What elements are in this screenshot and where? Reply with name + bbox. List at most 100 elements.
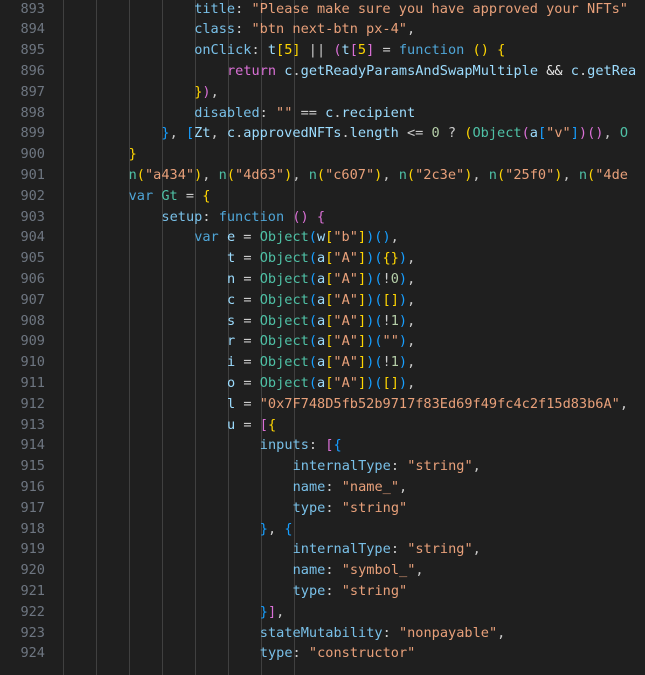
line-number[interactable]: 915 [0, 456, 45, 477]
line-number[interactable]: 919 [0, 539, 45, 560]
code-token: ] [357, 333, 367, 350]
code-token: ( [587, 166, 596, 183]
line-number[interactable]: 913 [0, 415, 45, 436]
code-line[interactable]: disabled: "" == c.recipient [194, 103, 415, 124]
code-line[interactable]: var Gt = { [129, 186, 211, 207]
code-line[interactable]: class: "btn next-btn px-4", [194, 19, 415, 40]
code-token: ( [308, 374, 318, 391]
code-line[interactable]: type: "constructor" [260, 643, 416, 664]
code-token: : [325, 562, 342, 579]
code-token: [ [382, 374, 391, 391]
line-number[interactable]: 923 [0, 623, 45, 644]
line-number[interactable]: 911 [0, 373, 45, 394]
code-line[interactable]: c = Object(a["A"])([]), [227, 290, 415, 311]
code-content[interactable]: title: "Please make sure you have approv… [0, 0, 645, 675]
code-line[interactable]: i = Object(a["A"])(!1), [227, 352, 415, 373]
code-line[interactable]: type: "string" [293, 498, 408, 519]
code-line[interactable]: }], [260, 602, 285, 623]
line-number[interactable]: 909 [0, 331, 45, 352]
line-number[interactable]: 917 [0, 498, 45, 519]
line-number[interactable]: 905 [0, 248, 45, 269]
code-token: = [235, 333, 260, 350]
code-token: t [227, 250, 236, 267]
code-token: "A" [333, 374, 358, 391]
line-number[interactable]: 920 [0, 560, 45, 581]
code-line[interactable]: r = Object(a["A"])(""), [227, 331, 415, 352]
code-token: , [472, 166, 489, 183]
code-token: o [227, 374, 236, 391]
line-number[interactable]: 906 [0, 269, 45, 290]
code-line[interactable]: }, [Zt, c.approvedNFTs.length <= 0 ? (Ob… [161, 123, 628, 144]
code-token: Object [259, 291, 309, 308]
line-number[interactable]: 918 [0, 519, 45, 540]
line-number[interactable]: 900 [0, 144, 45, 165]
code-line[interactable]: n("a434"), n("4d63"), n("c607"), n("2c3e… [129, 165, 628, 186]
line-number[interactable]: 898 [0, 103, 45, 124]
code-token: "string" [341, 582, 408, 599]
line-number[interactable]: 893 [0, 0, 45, 19]
line-number[interactable]: 901 [0, 165, 45, 186]
code-token: . [578, 62, 588, 79]
code-token: 0 [431, 125, 440, 142]
line-number[interactable]: 897 [0, 82, 45, 103]
code-line[interactable]: n = Object(a["A"])(!0), [227, 269, 415, 290]
line-number[interactable]: 916 [0, 477, 45, 498]
line-number[interactable]: 903 [0, 207, 45, 228]
code-line[interactable]: return c.getReadyParamsAndSwapMultiple &… [227, 61, 636, 82]
code-line[interactable]: name: "name_", [293, 477, 408, 498]
line-number[interactable]: 907 [0, 290, 45, 311]
code-line[interactable]: var e = Object(w["b"])(), [194, 227, 399, 248]
line-number[interactable]: 895 [0, 40, 45, 61]
line-number[interactable]: 914 [0, 435, 45, 456]
code-token: { [284, 520, 293, 537]
code-token: stateMutability [259, 624, 383, 641]
line-number[interactable]: 910 [0, 352, 45, 373]
code-line[interactable]: inputs: [{ [260, 435, 342, 456]
code-token: ( [374, 374, 383, 391]
line-number[interactable]: 912 [0, 394, 45, 415]
code-line[interactable]: name: "symbol_", [293, 560, 424, 581]
line-number-gutter[interactable]: 893 894 895 896 897 898 899 900 901 902 903 904 905 9… [0, 0, 52, 675]
code-token: O [619, 125, 629, 142]
code-token: ( [308, 333, 318, 350]
code-token: "0x7F748D5fb52b9717f83Ed69f49fc4c2f15d83… [259, 395, 620, 412]
code-line[interactable]: stateMutability: "nonpayable", [260, 623, 506, 644]
code-line[interactable]: title: "Please make sure you have approv… [194, 0, 628, 19]
code-token: { [497, 42, 506, 59]
code-token: ) [398, 374, 408, 391]
code-token: ] [390, 291, 399, 308]
code-line[interactable]: }), [194, 82, 219, 103]
code-line[interactable]: onClick: t[5] || (t[5] = function () { [194, 40, 505, 61]
line-number[interactable]: 899 [0, 123, 45, 144]
code-token: getRea [587, 62, 637, 79]
code-token: , [472, 458, 481, 475]
code-line[interactable]: l = "0x7F748D5fb52b9717f83Ed69f49fc4c2f1… [227, 394, 628, 415]
line-number[interactable]: 922 [0, 602, 45, 623]
code-line[interactable]: t = Object(a["A"])({}), [227, 248, 415, 269]
code-editor[interactable]: title: "Please make sure you have approv… [0, 0, 645, 675]
code-token: "string" [407, 541, 473, 558]
code-line[interactable]: }, { [260, 519, 293, 540]
code-token: , [202, 166, 219, 183]
line-number[interactable]: 902 [0, 186, 45, 207]
line-number[interactable]: 896 [0, 61, 45, 82]
code-token: onClick [194, 42, 252, 59]
line-number[interactable]: 924 [0, 643, 45, 664]
line-number[interactable]: 894 [0, 19, 45, 40]
line-number[interactable]: 921 [0, 581, 45, 602]
code-line[interactable]: } [129, 144, 137, 165]
code-line[interactable]: s = Object(a["A"])(!1), [227, 311, 415, 332]
code-line[interactable]: u = [{ [227, 415, 276, 436]
line-number[interactable]: 908 [0, 311, 45, 332]
code-token: ( [374, 250, 383, 267]
code-token: ! [382, 270, 391, 287]
code-line[interactable]: internalType: "string", [293, 456, 481, 477]
code-line[interactable]: internalType: "string", [293, 539, 481, 560]
code-line[interactable]: setup: function () { [161, 207, 325, 228]
line-number[interactable]: 904 [0, 227, 45, 248]
code-line[interactable]: type: "string" [293, 581, 408, 602]
code-line[interactable]: o = Object(a["A"])([]), [227, 373, 415, 394]
code-token: ] [390, 374, 399, 391]
code-token: , [390, 229, 399, 246]
